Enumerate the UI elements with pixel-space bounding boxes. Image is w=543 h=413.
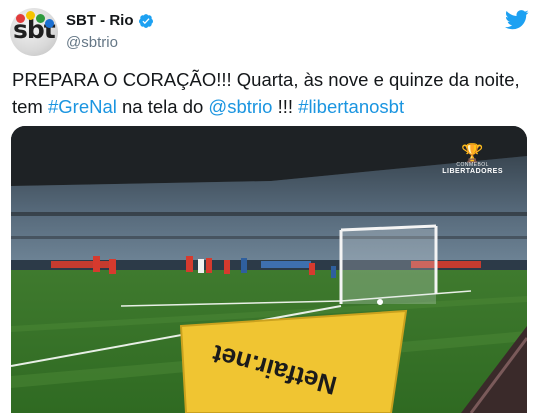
mention-sbtrio-link[interactable]: @sbtrio [208,96,272,117]
tweet-text: PREPARA O CORAÇÃO!!! Quarta, às nove e q… [12,66,532,120]
tweet-text-segment: !!! [272,96,299,117]
logo-dot-green [36,14,45,23]
tweet-media-video[interactable]: Netfair.net 🏆 CONMEBOL LIBERTADORES [11,126,527,413]
libertadores-watermark: 🏆 CONMEBOL LIBERTADORES [442,144,503,175]
avatar[interactable]: sbt [10,8,58,56]
logo-dot-yellow [26,11,35,20]
author-name-row: SBT - Rio [66,12,154,29]
hashtag-grenal-link[interactable]: #GreNal [48,96,117,117]
twitter-bird-icon[interactable] [505,10,529,30]
tweet-text-line-1: PREPARA O CORAÇÃO!!! Quarta, às nove e q… [12,69,520,90]
tweet-text-segment: na tela do [116,96,209,117]
tweet-text-segment: tem [12,96,48,117]
verified-badge-icon [138,13,153,28]
trophy-icon: 🏆 [461,143,484,163]
user-handle[interactable]: @sbtrio [66,34,118,51]
display-name[interactable]: SBT - Rio [66,12,134,29]
logo-dot-blue [45,19,54,28]
hashtag-libertanosbt-link[interactable]: #libertanosbt [298,96,404,117]
watermark-small-text: CONMEBOL [456,162,489,168]
tweet-card: sbt SBT - Rio @sbtrio PREPARA O CORAÇÃO!… [0,0,543,413]
logo-dot-red [16,14,25,23]
watermark-big-text: LIBERTADORES [442,168,503,175]
